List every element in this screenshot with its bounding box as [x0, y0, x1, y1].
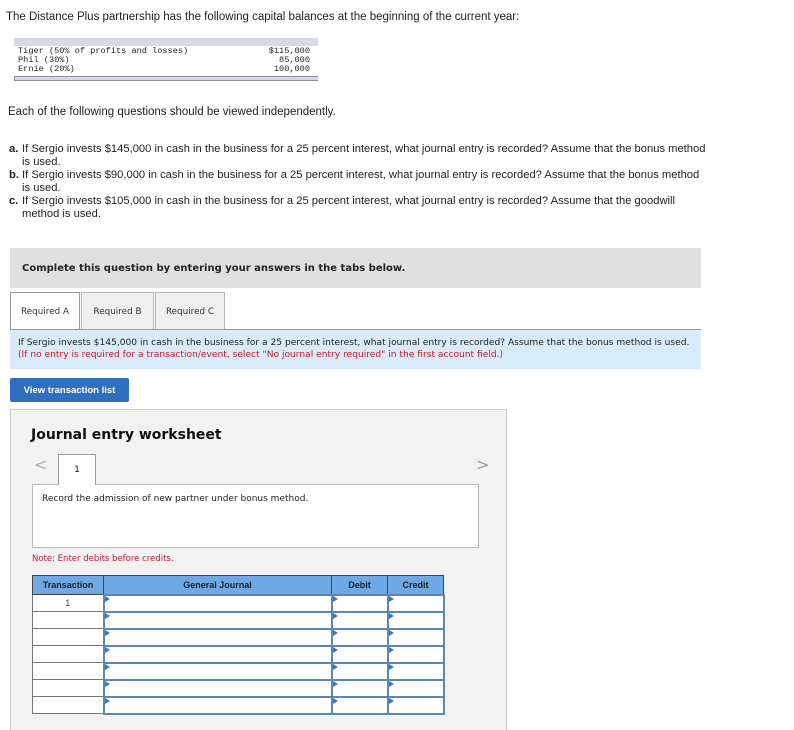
question-text: If Sergio invests $145,000 in cash in th… — [22, 143, 706, 168]
table-row — [32, 644, 445, 664]
prompt-text: If Sergio invests $145,000 in cash in th… — [18, 338, 690, 348]
transaction-cell: 1 — [32, 594, 104, 612]
account-dropdown[interactable] — [102, 644, 333, 664]
account-dropdown[interactable] — [102, 695, 333, 715]
credit-input[interactable] — [386, 627, 445, 647]
question-label: c. — [9, 195, 19, 207]
table-row — [32, 678, 445, 698]
worksheet-entry-tab[interactable]: 1 — [58, 454, 96, 485]
partner-balance: 100,000 — [273, 64, 310, 74]
journal-entry-worksheet: Journal entry worksheet < 1 > Record the… — [10, 409, 507, 730]
credit-input[interactable] — [386, 678, 445, 698]
column-header-transaction: Transaction — [32, 575, 104, 595]
required-tabs: Required A Required B Required C — [10, 292, 225, 330]
account-dropdown[interactable] — [102, 610, 333, 630]
independence-note: Each of the following questions should b… — [8, 106, 336, 118]
question-label: b. — [9, 169, 19, 181]
chevron-right-icon[interactable]: > — [476, 455, 489, 474]
question-text: If Sergio invests $90,000 in cash in the… — [22, 169, 700, 194]
table-row — [32, 661, 445, 681]
transaction-cell — [32, 679, 104, 697]
table-row — [32, 695, 445, 715]
transaction-cell — [32, 662, 104, 680]
question-prompt: If Sergio invests $145,000 in cash in th… — [10, 329, 701, 369]
question-label: a. — [9, 143, 19, 155]
tab-required-b[interactable]: Required B — [81, 292, 154, 330]
instructions-banner: Complete this question by entering your … — [10, 248, 701, 288]
column-header-debit: Debit — [331, 575, 388, 595]
worksheet-note: Note: Enter debits before credits. — [32, 554, 174, 564]
view-transaction-list-button[interactable]: View transaction list — [10, 378, 129, 402]
worksheet-title: Journal entry worksheet — [31, 427, 222, 443]
question-list: a. If Sergio invests $145,000 in cash in… — [9, 143, 709, 221]
question-text: If Sergio invests $105,000 in cash in th… — [22, 195, 675, 220]
credit-input[interactable] — [386, 644, 445, 664]
prompt-note: (If no entry is required for a transacti… — [18, 349, 504, 360]
transaction-cell — [32, 628, 104, 646]
account-dropdown[interactable] — [102, 593, 333, 613]
credit-input[interactable] — [386, 695, 445, 715]
balance-row: Ernie (20%) 100,000 — [14, 65, 318, 74]
partner-name: Ernie (20%) — [18, 64, 75, 74]
worksheet-description: Record the admission of new partner unde… — [32, 484, 479, 548]
debit-input[interactable] — [330, 610, 389, 630]
credit-input[interactable] — [386, 610, 445, 630]
account-dropdown[interactable] — [102, 661, 333, 681]
debit-input[interactable] — [330, 593, 389, 613]
intro-text: The Distance Plus partnership has the fo… — [6, 11, 520, 23]
debit-input[interactable] — [330, 644, 389, 664]
debit-input[interactable] — [330, 678, 389, 698]
tab-required-c[interactable]: Required C — [155, 292, 225, 330]
account-dropdown[interactable] — [102, 678, 333, 698]
debit-input[interactable] — [330, 627, 389, 647]
general-journal-table: Transaction General Journal Debit Credit… — [32, 575, 445, 715]
credit-input[interactable] — [386, 593, 445, 613]
transaction-cell — [32, 696, 104, 714]
question-item: a. If Sergio invests $145,000 in cash in… — [9, 143, 709, 169]
account-dropdown[interactable] — [102, 627, 333, 647]
capital-balances-table: Tiger (50% of profits and losses) $115,0… — [14, 38, 318, 81]
table-header-band — [14, 38, 318, 46]
debit-input[interactable] — [330, 661, 389, 681]
column-header-general-journal: General Journal — [103, 575, 332, 595]
column-header-credit: Credit — [387, 575, 444, 595]
table-footer-band — [14, 76, 318, 80]
question-item: b. If Sergio invests $90,000 in cash in … — [9, 169, 709, 195]
question-item: c. If Sergio invests $105,000 in cash in… — [9, 195, 709, 221]
table-row — [32, 627, 445, 647]
table-row: 1 — [32, 593, 445, 613]
tab-required-a[interactable]: Required A — [10, 292, 80, 330]
transaction-cell — [32, 611, 104, 629]
chevron-left-icon[interactable]: < — [34, 455, 47, 474]
credit-input[interactable] — [386, 661, 445, 681]
table-row — [32, 610, 445, 630]
debit-input[interactable] — [330, 695, 389, 715]
table-header-row: Transaction General Journal Debit Credit — [32, 575, 444, 595]
transaction-cell — [32, 645, 104, 663]
